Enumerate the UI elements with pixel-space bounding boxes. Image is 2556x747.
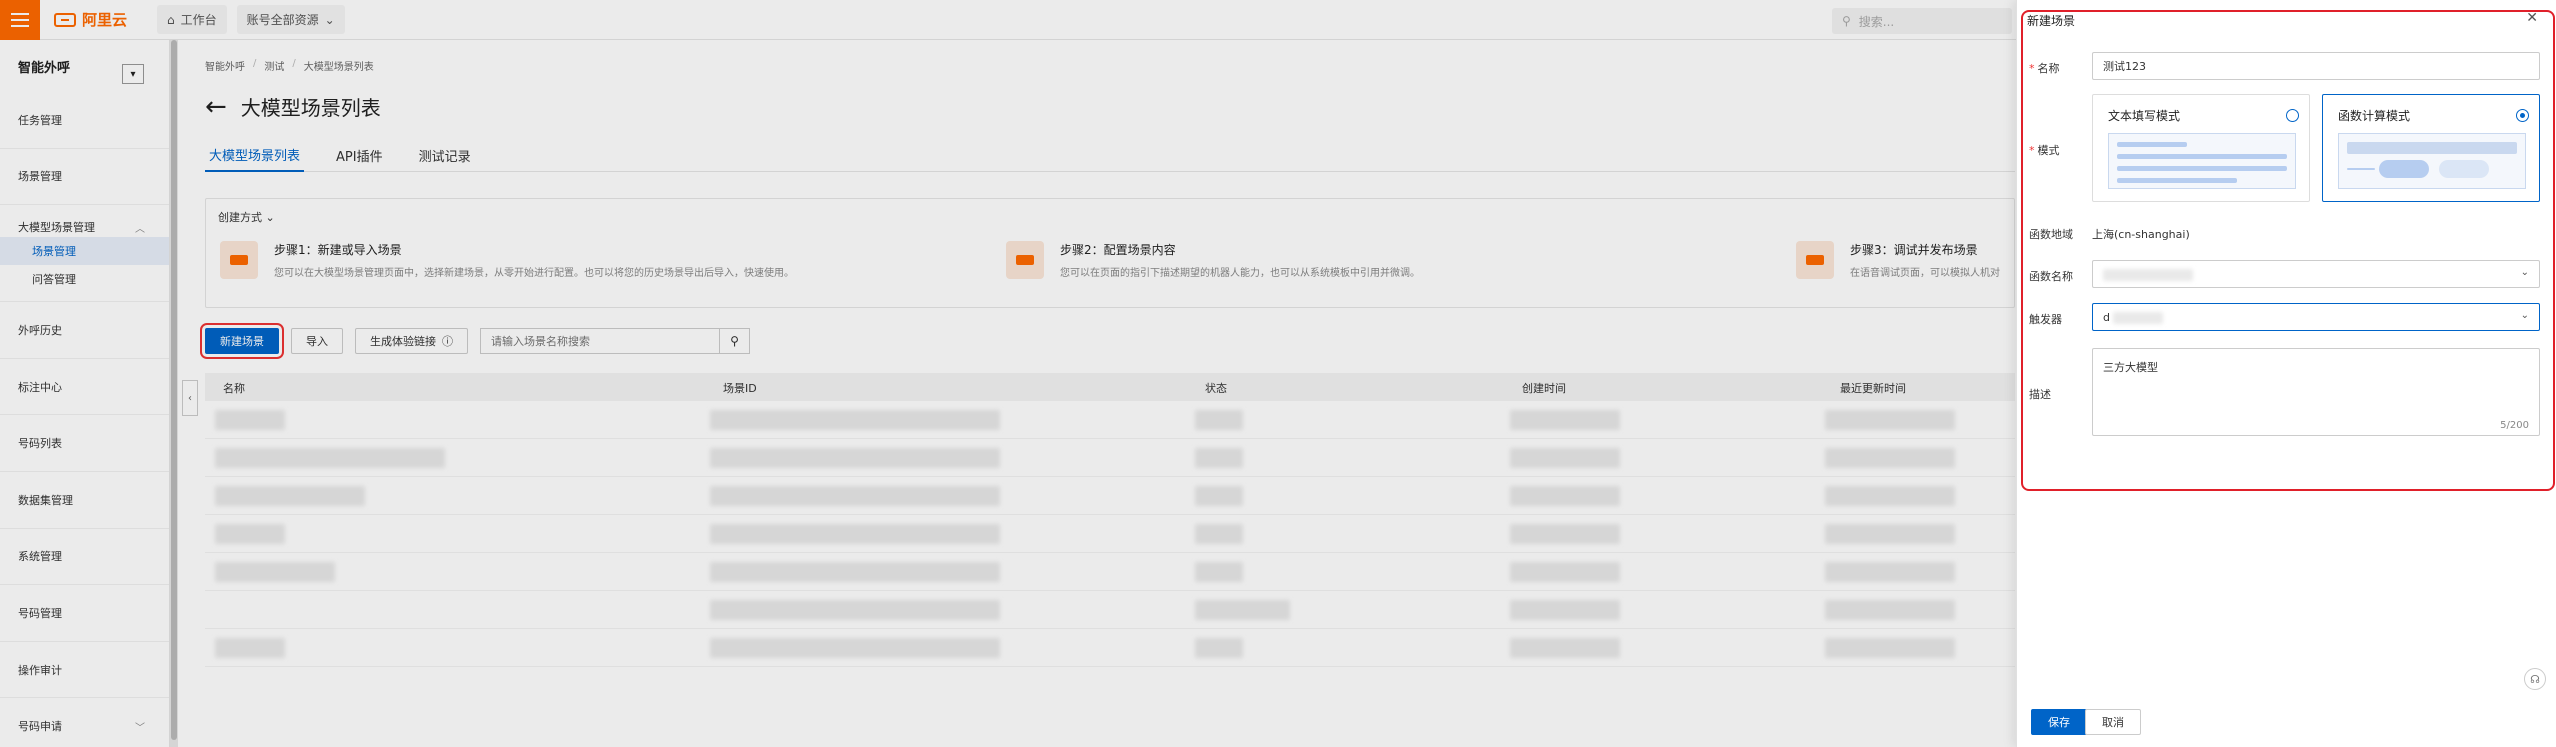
mode-func-title: 函数计算模式	[2338, 109, 2411, 123]
function-name-select[interactable]: ⌄	[2092, 260, 2540, 288]
mode-label: * 模式	[2029, 144, 2060, 157]
drawer-title: 新建场景	[2027, 14, 2076, 28]
modal-overlay[interactable]	[0, 0, 2016, 747]
chevron-down-icon: ⌄	[2520, 267, 2529, 278]
trigger-value: d	[2103, 310, 2110, 324]
name-label: * 名称	[2029, 62, 2060, 75]
radio-text-mode[interactable]	[2286, 109, 2299, 122]
function-mode-illustration	[2338, 133, 2526, 189]
region-label: 函数地域	[2029, 228, 2073, 241]
cancel-button[interactable]: 取消	[2085, 709, 2141, 735]
mode-card-function[interactable]: 函数计算模式	[2322, 94, 2540, 202]
close-icon[interactable]: ✕	[2526, 10, 2538, 26]
mode-card-text[interactable]: 文本填写模式	[2092, 94, 2310, 202]
customer-service-icon[interactable]: ☊	[2524, 668, 2546, 690]
name-value: 测试123	[2103, 60, 2146, 73]
region-value: 上海(cn-shanghai)	[2092, 228, 2190, 241]
trigger-select[interactable]: d ⌄	[2092, 303, 2540, 331]
new-scene-drawer: 新建场景 ✕ * 名称 测试123 * 模式 文本填写模式 函数计算模式 函数地域 …	[2016, 0, 2556, 747]
name-input[interactable]: 测试123	[2092, 52, 2540, 80]
save-button[interactable]: 保存	[2031, 709, 2087, 735]
description-textarea[interactable]: 三方大模型 5/200	[2092, 348, 2540, 436]
description-value: 三方大模型	[2103, 361, 2158, 374]
radio-function-mode[interactable]	[2516, 109, 2529, 122]
description-label: 描述	[2029, 388, 2051, 401]
mode-text-title: 文本填写模式	[2108, 109, 2181, 123]
char-counter: 5/200	[2500, 420, 2529, 431]
text-mode-illustration	[2108, 133, 2296, 189]
trigger-label: 触发器	[2029, 313, 2062, 326]
chevron-down-icon: ⌄	[2520, 310, 2529, 321]
function-name-label: 函数名称	[2029, 270, 2073, 283]
